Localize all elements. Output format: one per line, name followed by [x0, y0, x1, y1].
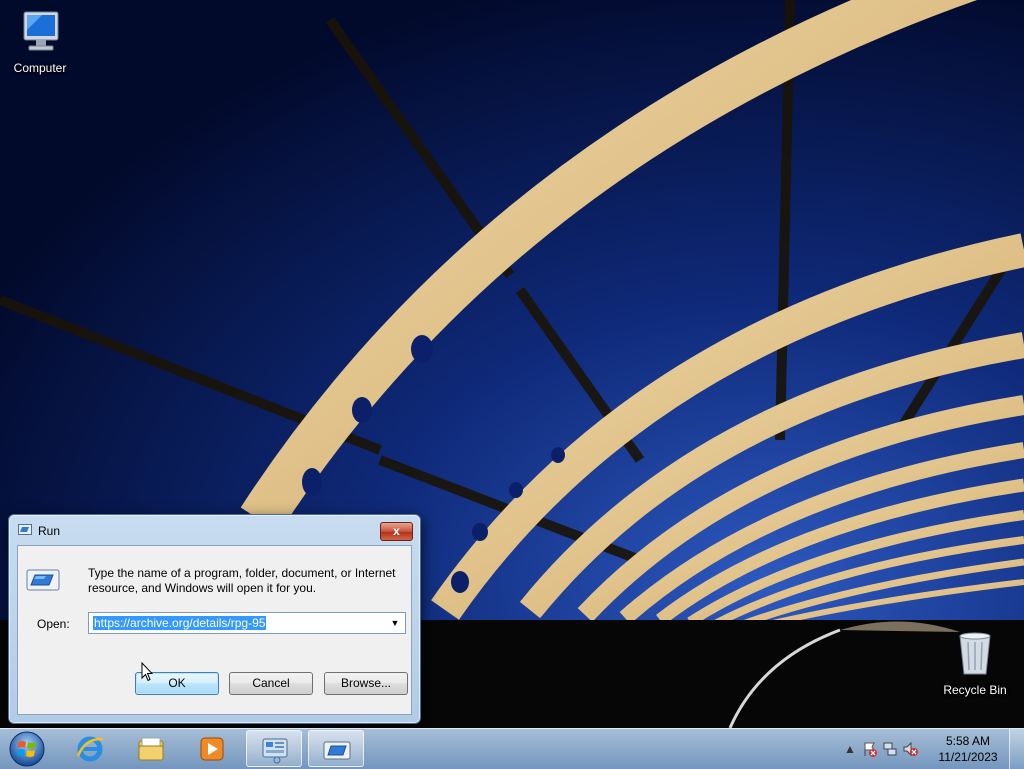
- windows-start-orb-icon: [9, 731, 45, 767]
- desktop[interactable]: Computer Recycle Bin Run x Type the name…: [0, 0, 1024, 728]
- taskbar-windows-explorer[interactable]: [123, 730, 179, 767]
- taskbar-run[interactable]: [308, 730, 364, 767]
- desktop-icon-label: Computer: [13, 61, 67, 75]
- run-program-icon: [26, 569, 60, 591]
- desktop-icon-label: Recycle Bin: [943, 683, 1007, 697]
- taskbar-control-panel[interactable]: [246, 730, 302, 767]
- run-dialog-titlebar[interactable]: Run x: [9, 515, 420, 545]
- run-dialog-title: Run: [38, 524, 61, 538]
- desktop-icon-recycle-bin[interactable]: Recycle Bin: [935, 630, 1015, 697]
- button-strip: OK Cancel Browse...: [18, 650, 411, 714]
- open-input-text[interactable]: https://archive.org/details/rpg-95: [93, 616, 267, 630]
- clock-date: 11/21/2023: [938, 750, 998, 764]
- system-tray: ▲ 5:58 AM 11/21/2023: [834, 729, 1024, 769]
- volume-muted-icon[interactable]: [902, 741, 918, 757]
- taskbar-internet-explorer[interactable]: [62, 730, 118, 767]
- run-dialog-description: Type the name of a program, folder, docu…: [88, 566, 396, 595]
- open-label: Open:: [37, 617, 70, 631]
- run-dialog[interactable]: Run x Type the name of a program, folder…: [8, 514, 421, 724]
- chevron-down-icon[interactable]: ▼: [387, 614, 403, 632]
- media-player-icon: [200, 737, 224, 761]
- run-dialog-body: Type the name of a program, folder, docu…: [17, 545, 412, 715]
- run-icon: [323, 741, 351, 760]
- mouse-cursor-icon: [141, 662, 153, 682]
- close-icon: x: [393, 524, 400, 538]
- network-icon[interactable]: [882, 741, 898, 757]
- folder-icon: [138, 737, 164, 761]
- taskbar: ▲ 5:58 AM 11/21/2023: [0, 728, 1024, 769]
- browse-button[interactable]: Browse...: [324, 672, 408, 695]
- control-panel-icon: [262, 738, 288, 764]
- action-center-flag-icon[interactable]: [862, 741, 878, 757]
- open-combobox[interactable]: https://archive.org/details/rpg-95 ▼: [88, 612, 406, 634]
- ie-icon: [76, 736, 104, 762]
- show-desktop-button[interactable]: [1009, 729, 1024, 769]
- run-icon: [18, 524, 32, 535]
- computer-icon: [23, 11, 59, 51]
- start-button[interactable]: [4, 730, 50, 768]
- desktop-icon-computer[interactable]: Computer: [0, 8, 80, 75]
- clock[interactable]: 5:58 AM 11/21/2023: [932, 733, 1004, 765]
- cancel-button[interactable]: Cancel: [229, 672, 313, 695]
- taskbar-media-player[interactable]: [184, 730, 240, 767]
- show-hidden-icons-icon[interactable]: ▲: [842, 741, 858, 757]
- recycle-bin-icon: [959, 632, 991, 675]
- close-button[interactable]: x: [380, 522, 413, 541]
- clock-time: 5:58 AM: [945, 734, 991, 748]
